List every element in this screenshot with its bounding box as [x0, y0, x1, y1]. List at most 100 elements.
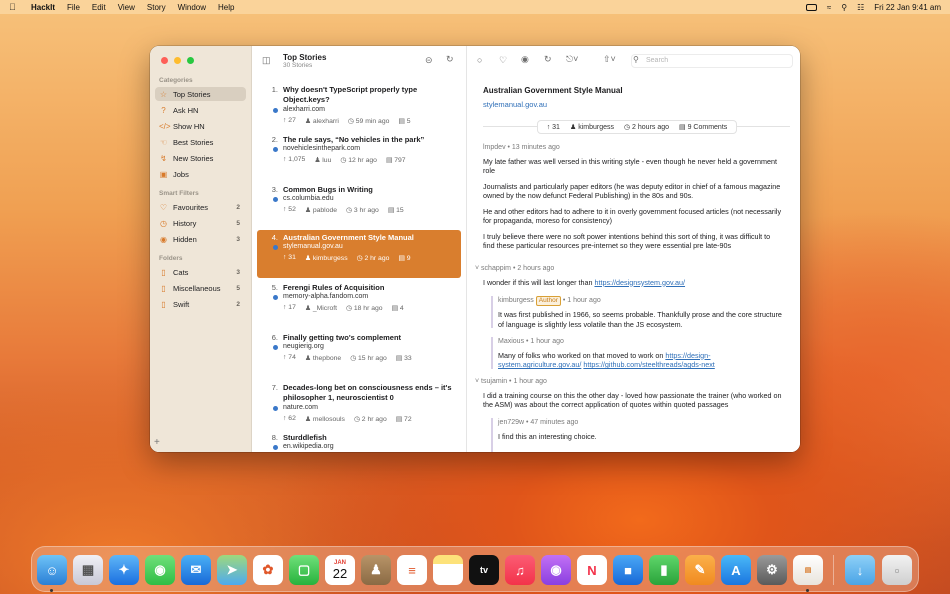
- control-center-icon[interactable]: ☷: [857, 3, 864, 12]
- sidebar-item-miscellaneous[interactable]: ▯ Miscellaneous 5: [155, 281, 246, 295]
- points-value: 17: [288, 304, 296, 311]
- comments-value: 33: [404, 355, 412, 362]
- comment-text: I wonder if this will last longer than h…: [475, 278, 785, 288]
- time-stat: ◷ 18 hr ago: [346, 305, 383, 312]
- menu-window[interactable]: Window: [178, 3, 206, 12]
- story-row[interactable]: 1. Why doesn't TypeScript properly type O…: [257, 82, 461, 130]
- sidebar-toggle-icon[interactable]: ◫: [262, 55, 271, 66]
- keynote-icon[interactable]: ■: [613, 555, 643, 585]
- user-stat: ♟ _Microft: [304, 305, 338, 312]
- list-header: ◫ Top Stories 30 Stories ⊝ ↻: [252, 53, 467, 73]
- story-row[interactable]: 7. Decades-long bet on consciousness ends…: [257, 380, 461, 428]
- app-menu[interactable]: HackIt: [31, 3, 55, 12]
- trash-icon[interactable]: ▫: [882, 555, 912, 585]
- sidebar-item-swift[interactable]: ▯ Swift 2: [155, 297, 246, 311]
- sidebar-item-label: Top Stories: [173, 89, 211, 99]
- sidebar-item-history[interactable]: ◷ History 5: [155, 216, 246, 230]
- comment-link[interactable]: https://github.com/steelthreads/agds-nex…: [583, 360, 714, 369]
- apple-menu-icon[interactable]: : [9, 2, 23, 12]
- podcasts-icon[interactable]: ◉: [541, 555, 571, 585]
- story-row[interactable]: 6. Finally getting two's complement neugie…: [257, 330, 461, 378]
- comments-stat[interactable]: ▤ 9 Comments: [679, 123, 727, 131]
- sidebar-item-label: Favourites: [173, 202, 209, 212]
- maps-icon[interactable]: ➤: [217, 555, 247, 585]
- reload-icon[interactable]: ↻: [544, 54, 552, 65]
- story-row[interactable]: 4. Australian Government Style Manual styl…: [257, 230, 461, 278]
- minimize-button[interactable]: [174, 57, 181, 64]
- navigate-compass-icon[interactable]: ⎋˅: [566, 54, 578, 65]
- sidebar-item-jobs[interactable]: ▣ Jobs: [155, 167, 246, 181]
- collapse-chevron-icon[interactable]: ˅: [475, 265, 479, 272]
- mail-icon[interactable]: ✉: [181, 555, 211, 585]
- reminders-icon[interactable]: ≡: [397, 555, 427, 585]
- folder-icon: ▯: [161, 299, 166, 309]
- story-row[interactable]: 2. The rule says, “No vehicles in the par…: [257, 132, 461, 180]
- comment-header[interactable]: ˅ tsujamin • 1 hour ago: [475, 377, 785, 387]
- sidebar-item-top-stories[interactable]: ☆ Top Stories: [155, 87, 246, 101]
- comment-link[interactable]: https://designsystem.gov.au/: [594, 278, 685, 287]
- close-button[interactable]: [161, 57, 168, 64]
- downloads-folder-icon[interactable]: ↓: [845, 555, 875, 585]
- add-folder-icon[interactable]: +: [154, 437, 160, 448]
- user-stat[interactable]: ♟ kimburgess: [570, 123, 614, 131]
- wifi-icon[interactable]: ≈: [827, 3, 831, 12]
- notes-icon[interactable]: [433, 555, 463, 585]
- story-row[interactable]: 8. Sturddlefish en.wikipedia.org: [257, 430, 461, 452]
- datetime[interactable]: Fri 22 Jan 9:41 am: [874, 3, 941, 12]
- launchpad-icon[interactable]: ▦: [73, 555, 103, 585]
- menu-view[interactable]: View: [118, 3, 135, 12]
- story-link[interactable]: stylemanual.gov.au: [483, 100, 547, 109]
- tv-icon[interactable]: tv: [469, 555, 499, 585]
- safari-icon[interactable]: ✦: [109, 555, 139, 585]
- comments-value: 9: [406, 255, 411, 262]
- hide-eye-icon[interactable]: ◉: [521, 54, 529, 65]
- refresh-icon[interactable]: ↻: [446, 54, 454, 65]
- search-input[interactable]: Search: [631, 54, 793, 68]
- section-folders: Folders: [159, 255, 183, 262]
- contacts-icon[interactable]: ♟: [361, 555, 391, 585]
- menu-help[interactable]: Help: [218, 3, 234, 12]
- time-stat: ◷ 12 hr ago: [340, 157, 377, 164]
- spotlight-icon[interactable]: ⚲: [841, 3, 847, 12]
- pages-icon[interactable]: ✎: [685, 555, 715, 585]
- menu-story[interactable]: Story: [147, 3, 166, 12]
- collapse-chevron-icon[interactable]: ˅: [475, 378, 479, 385]
- app-store-icon[interactable]: A: [721, 555, 751, 585]
- count-badge: 2: [236, 300, 240, 308]
- messages-icon[interactable]: ◉: [145, 555, 175, 585]
- sidebar-item-show-hn[interactable]: </> Show HN: [155, 119, 246, 133]
- eye-icon: ◉: [160, 234, 167, 244]
- story-row[interactable]: 5. Ferengi Rules of Acquisition memory-alp…: [257, 280, 461, 328]
- news-icon[interactable]: N: [577, 555, 607, 585]
- read-status-icon[interactable]: ○: [477, 55, 482, 65]
- facetime-icon[interactable]: ▢: [289, 555, 319, 585]
- finder-icon[interactable]: ☺: [37, 555, 67, 585]
- hackit-app-icon[interactable]: ▤: [793, 555, 823, 585]
- unread-dot-icon: [273, 108, 278, 113]
- sidebar-item-best-stories[interactable]: ☜ Best Stories: [155, 135, 246, 149]
- comment-author-time: tsujamin • 1 hour ago: [481, 378, 547, 385]
- sidebar-item-favourites[interactable]: ♡ Favourites 2: [155, 200, 246, 214]
- numbers-icon[interactable]: ▮: [649, 555, 679, 585]
- filter-icon[interactable]: ⊝: [425, 55, 433, 66]
- menu-file[interactable]: File: [67, 3, 80, 12]
- section-smart-filters: Smart Filters: [159, 190, 199, 197]
- sidebar-item-hidden[interactable]: ◉ Hidden 3: [155, 232, 246, 246]
- calendar-icon[interactable]: JAN 22: [325, 555, 355, 585]
- photos-icon[interactable]: ✿: [253, 555, 283, 585]
- battery-icon[interactable]: [805, 3, 817, 11]
- menu-edit[interactable]: Edit: [92, 3, 106, 12]
- music-icon[interactable]: ♫: [505, 555, 535, 585]
- share-icon[interactable]: ⇧˅: [603, 54, 616, 65]
- zoom-button[interactable]: [187, 57, 194, 64]
- sidebar-item-new-stories[interactable]: ↯ New Stories: [155, 151, 246, 165]
- story-list: ◫ Top Stories 30 Stories ⊝ ↻ 1. Why doesn…: [252, 46, 467, 452]
- heart-icon[interactable]: ♡: [499, 55, 507, 66]
- comment-header[interactable]: ˅ schappim • 2 hours ago: [475, 264, 785, 274]
- system-settings-icon[interactable]: ⚙: [757, 555, 787, 585]
- story-row[interactable]: 3. Common Bugs in Writing cs.columbia.edu ↑…: [257, 182, 461, 230]
- sidebar-item-cats[interactable]: ▯ Cats 3: [155, 265, 246, 279]
- story-rank: 4.: [271, 233, 278, 242]
- comments-stat: ▤ 797: [385, 157, 406, 164]
- sidebar-item-ask-hn[interactable]: ? Ask HN: [155, 103, 246, 117]
